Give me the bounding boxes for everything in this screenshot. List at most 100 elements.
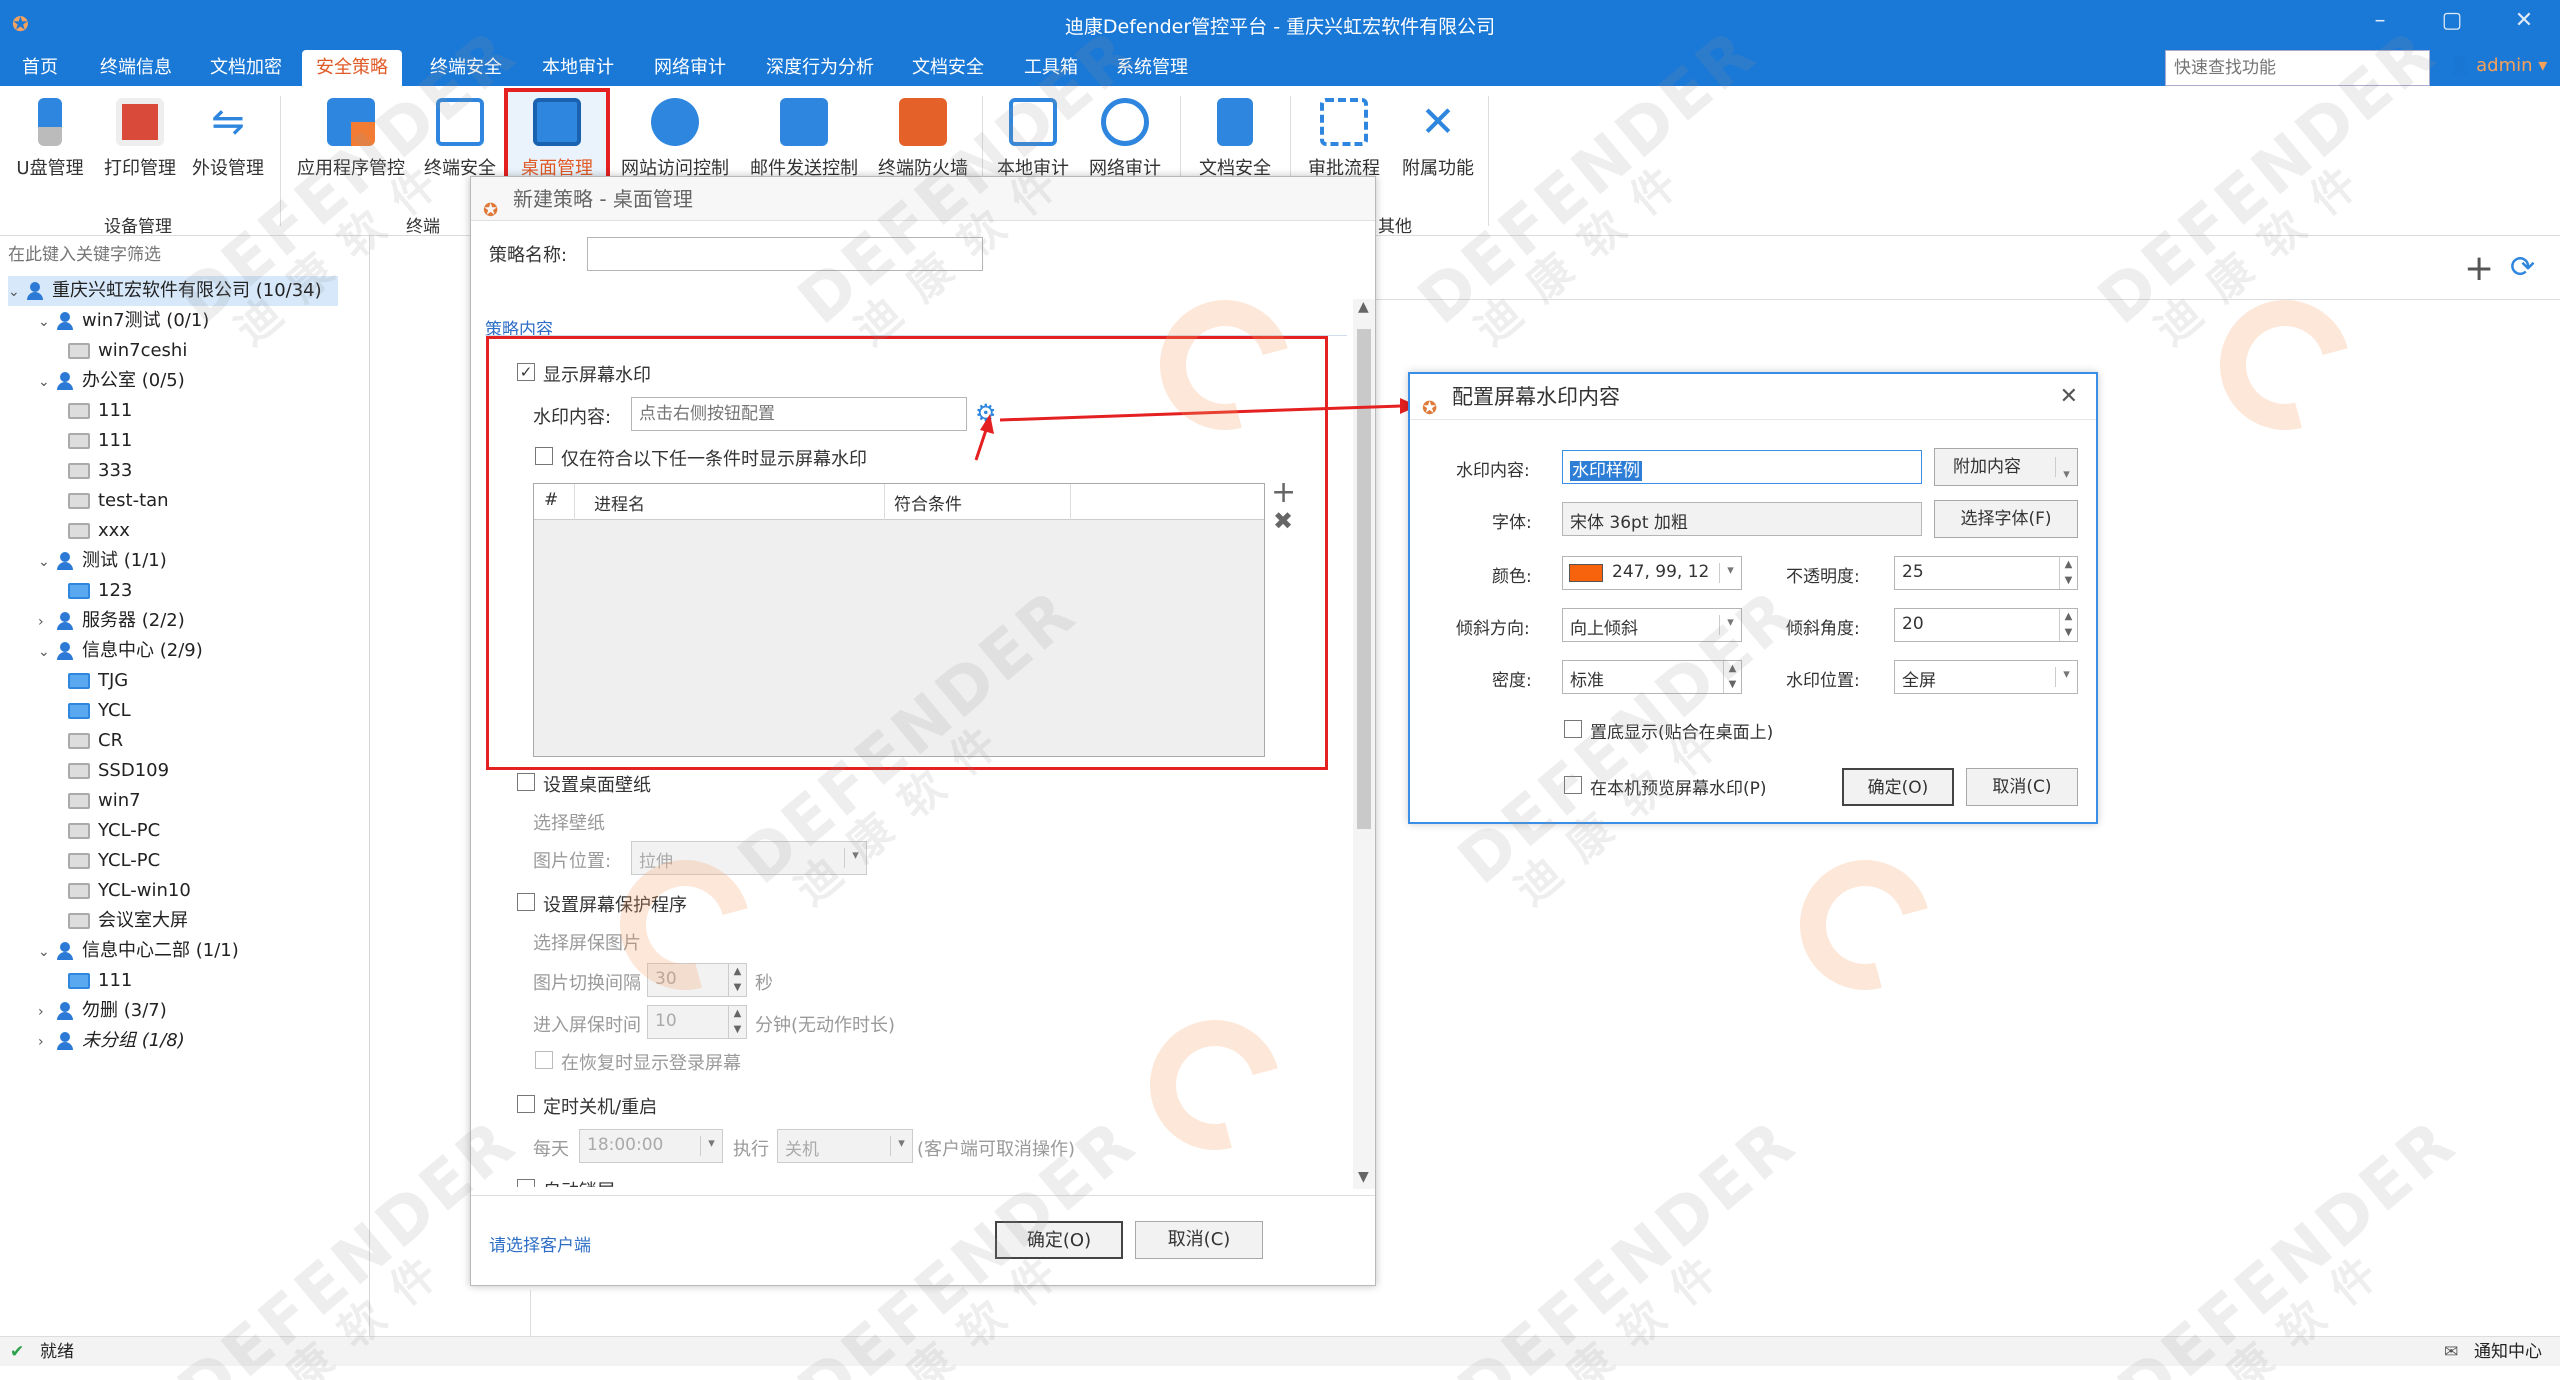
spin-up-icon[interactable]: ▲ xyxy=(2059,557,2077,573)
tree-group-node[interactable]: ⌄ 信息中心 (2/9) xyxy=(38,636,203,666)
print-management-button[interactable]: 打印管理 xyxy=(98,92,182,212)
spin-down-icon[interactable]: ▼ xyxy=(1723,677,1741,693)
tree-client-node[interactable]: YCL-win10 xyxy=(68,876,191,906)
menu-terminal-info[interactable]: 终端信息 xyxy=(94,50,178,86)
chevron-down-icon[interactable]: ⌄ xyxy=(38,637,56,667)
tree-group-node[interactable]: ⌄ win7测试 (0/1) xyxy=(38,306,209,336)
tree-client-node[interactable]: YCL xyxy=(68,696,131,726)
wm-position-select[interactable]: 全屏 ▾ xyxy=(1894,660,2078,694)
wallpaper-checkbox[interactable] xyxy=(517,773,535,791)
screensaver-checkbox[interactable] xyxy=(517,893,535,911)
select-wallpaper-link[interactable]: 选择壁纸 xyxy=(533,809,605,835)
policy-ok-button[interactable]: 确定(O) xyxy=(995,1221,1123,1259)
execute-select[interactable]: 关机 ▾ xyxy=(777,1129,913,1163)
notification-center-link[interactable]: 通知中心 xyxy=(2474,1337,2542,1367)
tree-group-node[interactable]: › 未分组 (1/8) xyxy=(38,1026,185,1056)
tree-client-node[interactable]: 123 xyxy=(68,576,132,606)
chevron-down-icon[interactable]: ⌄ xyxy=(8,277,26,307)
pic-interval-stepper[interactable]: 30 ▲ ▼ xyxy=(647,963,747,997)
tree-group-node[interactable]: › 服务器 (2/2) xyxy=(38,606,185,636)
tree-client-node[interactable]: test-tan xyxy=(68,486,169,516)
tree-group-node[interactable]: ⌄ 重庆兴虹宏软件有限公司 (10/34) xyxy=(8,276,338,306)
spin-up-icon[interactable]: ▲ xyxy=(728,964,746,980)
tree-client-node[interactable]: CR xyxy=(68,726,123,756)
tilt-direction-select[interactable]: 向上倾斜 ▾ xyxy=(1562,608,1742,642)
policy-name-input[interactable] xyxy=(587,237,983,271)
add-icon[interactable]: + xyxy=(2464,248,2494,289)
peripheral-management-button[interactable]: ⇋ 外设管理 xyxy=(186,92,270,212)
spin-down-icon[interactable]: ▼ xyxy=(2059,573,2077,589)
spin-up-icon[interactable]: ▲ xyxy=(728,1006,746,1022)
scroll-down-icon[interactable]: ▼ xyxy=(1358,1169,1369,1185)
extra-functions-button[interactable]: ✕ 附属功能 xyxy=(1394,92,1482,212)
preview-checkbox[interactable] xyxy=(1564,776,1582,794)
user-menu[interactable]: 👤 admin ▾ xyxy=(2448,55,2547,76)
chevron-down-icon[interactable]: ⌄ xyxy=(38,547,56,577)
chevron-right-icon[interactable]: › xyxy=(38,607,56,637)
tree-group-node[interactable]: › 勿删 (3/7) xyxy=(38,996,167,1026)
app-control-button[interactable]: 应用程序管控 xyxy=(292,92,410,212)
tree-client-node[interactable]: 333 xyxy=(68,456,132,486)
tree-client-node[interactable]: 111 xyxy=(68,966,132,996)
tree-client-node[interactable]: win7ceshi xyxy=(68,336,187,366)
minimize-button[interactable]: – xyxy=(2360,8,2400,40)
scheduled-shutdown-checkbox[interactable] xyxy=(517,1095,535,1113)
spin-up-icon[interactable]: ▲ xyxy=(1723,661,1741,677)
quick-search-input[interactable] xyxy=(2165,50,2430,86)
scroll-up-icon[interactable]: ▲ xyxy=(1358,299,1369,315)
append-content-button[interactable]: 附加内容 ▾ xyxy=(1934,448,2078,486)
menu-doc-security[interactable]: 文档安全 xyxy=(906,50,990,86)
wm-ok-button[interactable]: 确定(O) xyxy=(1842,768,1954,806)
tree-client-node[interactable]: YCL-PC xyxy=(68,846,160,876)
tree-client-node[interactable]: YCL-PC xyxy=(68,816,160,846)
density-stepper[interactable]: 标准 ▲ ▼ xyxy=(1562,660,1742,694)
menu-security-policy[interactable]: 安全策略 xyxy=(302,50,402,86)
menu-local-audit[interactable]: 本地审计 xyxy=(536,50,620,86)
tree-filter-input[interactable] xyxy=(2,240,366,270)
menu-network-audit[interactable]: 网络审计 xyxy=(648,50,732,86)
pic-position-select[interactable]: 拉伸 ▾ xyxy=(631,841,867,875)
wm-cancel-button[interactable]: 取消(C) xyxy=(1966,768,2078,806)
chevron-right-icon[interactable]: › xyxy=(38,1027,56,1057)
show-login-checkbox[interactable] xyxy=(535,1051,553,1069)
tilt-angle-stepper[interactable]: 20 ▲ ▼ xyxy=(1894,608,2078,642)
tree-client-node[interactable]: 111 xyxy=(68,396,132,426)
tree-group-node[interactable]: ⌄ 信息中心二部 (1/1) xyxy=(38,936,239,966)
bottom-display-checkbox[interactable] xyxy=(1564,720,1582,738)
select-font-button[interactable]: 选择字体(F) xyxy=(1934,500,2078,538)
menu-behavior-analysis[interactable]: 深度行为分析 xyxy=(760,50,880,86)
daily-time-input[interactable]: 18:00:00 ▾ xyxy=(579,1129,723,1163)
color-picker[interactable]: 247, 99, 12 ▾ xyxy=(1562,556,1742,590)
select-saver-pic-link[interactable]: 选择屏保图片 xyxy=(533,929,641,955)
tree-client-node[interactable]: win7 xyxy=(68,786,141,816)
menu-home[interactable]: 首页 xyxy=(16,50,64,86)
policy-cancel-button[interactable]: 取消(C) xyxy=(1135,1221,1263,1259)
tree-client-node[interactable]: 111 xyxy=(68,426,132,456)
menu-toolbox[interactable]: 工具箱 xyxy=(1018,50,1084,86)
tree-client-node[interactable]: 会议室大屏 xyxy=(68,906,188,936)
spin-down-icon[interactable]: ▼ xyxy=(2059,625,2077,641)
tree-group-node[interactable]: ⌄ 办公室 (0/5) xyxy=(38,366,185,396)
spin-up-icon[interactable]: ▲ xyxy=(2059,609,2077,625)
menu-terminal-security[interactable]: 终端安全 xyxy=(424,50,508,86)
opacity-stepper[interactable]: 25 ▲ ▼ xyxy=(1894,556,2078,590)
auto-lock-checkbox[interactable] xyxy=(517,1179,535,1187)
chevron-right-icon[interactable]: › xyxy=(38,997,56,1027)
spin-down-icon[interactable]: ▼ xyxy=(728,1022,746,1038)
wm-content-input[interactable]: 水印样例 xyxy=(1562,450,1922,484)
chevron-down-icon[interactable]: ⌄ xyxy=(38,307,56,337)
saver-time-stepper[interactable]: 10 ▲ ▼ xyxy=(647,1005,747,1039)
menu-doc-encrypt[interactable]: 文档加密 xyxy=(204,50,288,86)
maximize-button[interactable]: ▢ xyxy=(2432,8,2472,40)
tree-client-node[interactable]: TJG xyxy=(68,666,128,696)
close-icon[interactable]: ✕ xyxy=(2060,374,2078,420)
tree-client-node[interactable]: SSD109 xyxy=(68,756,169,786)
select-client-link[interactable]: 请选择客户端 xyxy=(489,1231,591,1256)
refresh-icon[interactable]: ⟳ xyxy=(2510,250,2535,285)
tree-client-node[interactable]: xxx xyxy=(68,516,130,546)
tree-group-node[interactable]: ⌄ 测试 (1/1) xyxy=(38,546,167,576)
usb-management-button[interactable]: U盘管理 xyxy=(8,92,92,212)
chevron-down-icon[interactable]: ⌄ xyxy=(38,367,56,397)
chevron-down-icon[interactable]: ⌄ xyxy=(38,937,56,967)
menu-system-management[interactable]: 系统管理 xyxy=(1110,50,1194,86)
